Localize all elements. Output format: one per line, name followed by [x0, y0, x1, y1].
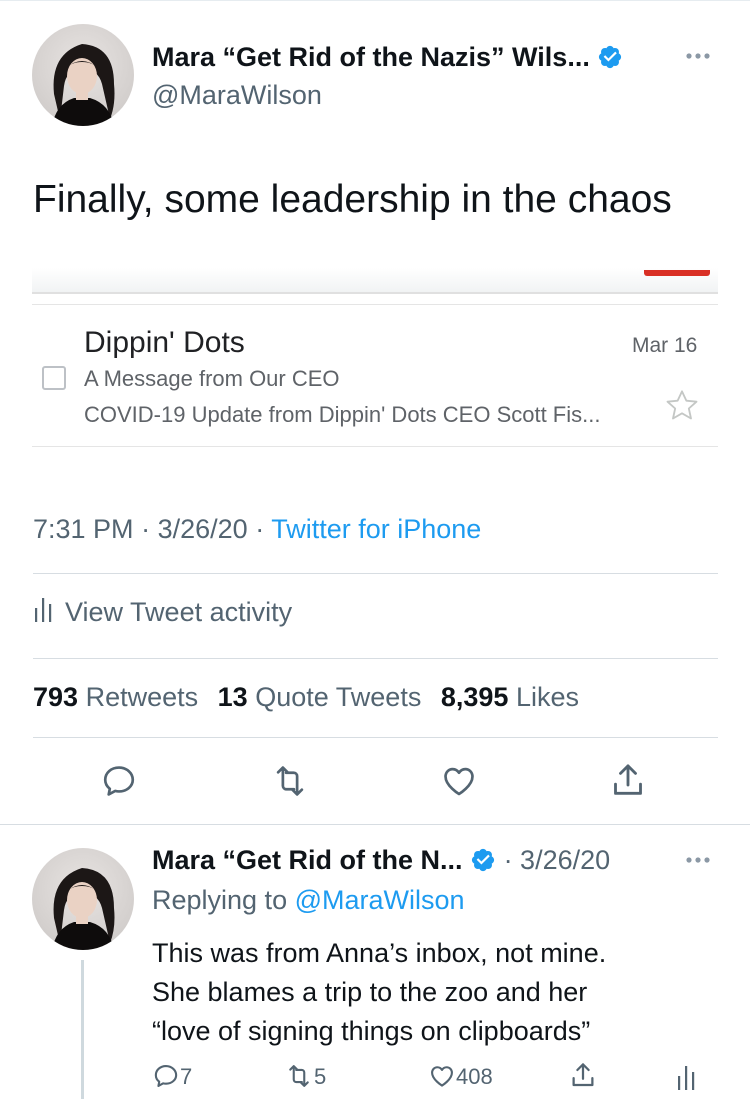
replying-to-prefix: Replying to [152, 885, 288, 915]
retweet-icon [284, 1062, 314, 1096]
likes-label: Likes [515, 682, 579, 712]
retweets-count: 793 [33, 682, 79, 712]
verified-icon [597, 44, 623, 70]
quotes-label: Quote Tweets [255, 682, 422, 712]
reply-date[interactable]: · 3/26/20 [504, 845, 611, 875]
reply-action-retweet[interactable]: 5 [284, 1062, 326, 1096]
reply-header: Mara “Get Rid of the N... · 3/26/20 [152, 845, 610, 876]
email-date: Mar 16 [632, 334, 698, 357]
email-accent-bar [644, 270, 710, 276]
email-row-top-divider [32, 304, 718, 305]
reply-like-count: 408 [456, 1064, 493, 1089]
reply-text-line-3: “love of signing things on clipboards” [152, 1016, 591, 1046]
avatar-portrait [52, 44, 115, 126]
email-preview: COVID-19 Update from Dippin' Dots CEO Sc… [84, 402, 601, 427]
likes-count: 8,395 [440, 682, 509, 712]
tweet-timestamp: 7:31 PM · 3/26/20 · Twitter for iPhone [33, 514, 481, 545]
more-icon[interactable] [684, 854, 712, 866]
reply-author-avatar[interactable] [32, 848, 134, 950]
star-icon[interactable] [662, 386, 702, 431]
tweet-source-link[interactable]: Twitter for iPhone [271, 514, 481, 544]
likes-stat[interactable]: 8,395 Likes [441, 682, 579, 712]
more-icon[interactable] [684, 50, 712, 62]
retweets-label: Retweets [85, 682, 199, 712]
view-tweet-activity[interactable]: View Tweet activity [33, 596, 292, 631]
reply-action-reply[interactable]: 7 [152, 1062, 192, 1096]
reply-retweet-count: 5 [314, 1064, 327, 1089]
like-icon [428, 1062, 456, 1096]
divider-2 [33, 658, 718, 659]
reply-icon[interactable] [100, 762, 138, 800]
email-toolbar [32, 268, 718, 294]
reply-icon [152, 1062, 180, 1096]
tweet-text: Finally, some leadership in the chaos [33, 178, 672, 221]
author-avatar[interactable] [32, 24, 134, 126]
verified-icon [470, 847, 496, 873]
divider-4 [0, 824, 750, 825]
timestamp-separator-2: · [255, 514, 265, 544]
email-row-bottom-divider [32, 446, 718, 447]
analytics-icon[interactable] [676, 1064, 698, 1092]
share-icon[interactable] [568, 1060, 598, 1090]
reply-text: This was from Anna’s inbox, not mine. Sh… [152, 934, 606, 1051]
email-sender: Dippin' Dots [84, 326, 245, 359]
reply-reply-count: 7 [180, 1064, 193, 1089]
tweet-stats: 793 Retweets 13 Quote Tweets 8,395 Likes [33, 682, 579, 713]
email-screenshot[interactable]: Dippin' Dots Mar 16 A Message from Our C… [32, 268, 718, 453]
tweet-time[interactable]: 7:31 PM [33, 514, 134, 544]
reply-text-line-2: She blames a trip to the zoo and her [152, 977, 588, 1007]
timestamp-separator: · [141, 514, 151, 544]
quotes-count: 13 [217, 682, 248, 712]
retweet-icon[interactable] [270, 762, 310, 800]
thread-line [81, 960, 84, 1099]
like-icon[interactable] [440, 762, 478, 800]
tweet-date[interactable]: 3/26/20 [158, 514, 248, 544]
author-name[interactable]: Mara “Get Rid of the Nazis” Wils... [152, 42, 623, 73]
retweets-stat[interactable]: 793 Retweets [33, 682, 198, 712]
author-name-text: Mara “Get Rid of the Nazis” Wils... [152, 42, 590, 72]
divider-3 [33, 737, 718, 738]
checkbox-icon[interactable] [42, 366, 66, 390]
quotes-stat[interactable]: 13 Quote Tweets [218, 682, 422, 712]
view-tweet-activity-label: View Tweet activity [65, 597, 293, 627]
reply-text-line-1: This was from Anna’s inbox, not mine. [152, 938, 607, 968]
replying-to-handle[interactable]: @MaraWilson [295, 885, 465, 915]
share-icon[interactable] [608, 760, 648, 800]
email-subject: A Message from Our CEO [84, 366, 340, 391]
top-divider [0, 0, 750, 1]
replying-to: Replying to @MaraWilson [152, 885, 465, 916]
author-handle[interactable]: @MaraWilson [152, 80, 322, 111]
reply-avatar-portrait [52, 868, 115, 950]
analytics-icon [33, 596, 55, 631]
divider-1 [33, 573, 718, 574]
reply-author-name[interactable]: Mara “Get Rid of the N... [152, 845, 463, 875]
reply-action-like[interactable]: 408 [428, 1062, 493, 1096]
